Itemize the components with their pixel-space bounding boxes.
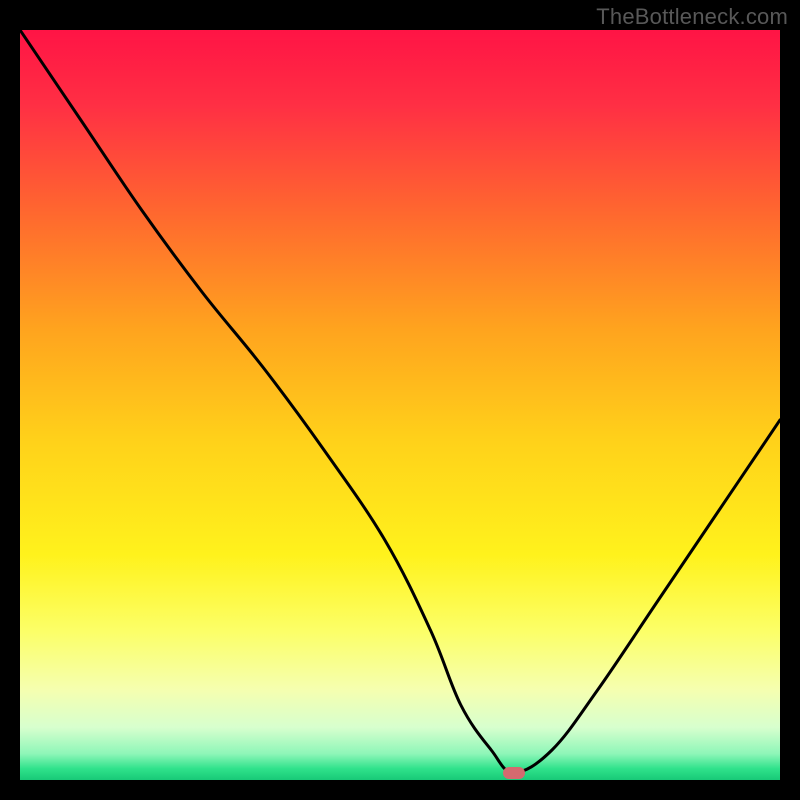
chart-frame: TheBottleneck.com	[0, 0, 800, 800]
plot-area	[20, 30, 780, 780]
background-gradient	[20, 30, 780, 780]
watermark-text: TheBottleneck.com	[596, 4, 788, 30]
optimal-point-marker	[503, 767, 525, 779]
